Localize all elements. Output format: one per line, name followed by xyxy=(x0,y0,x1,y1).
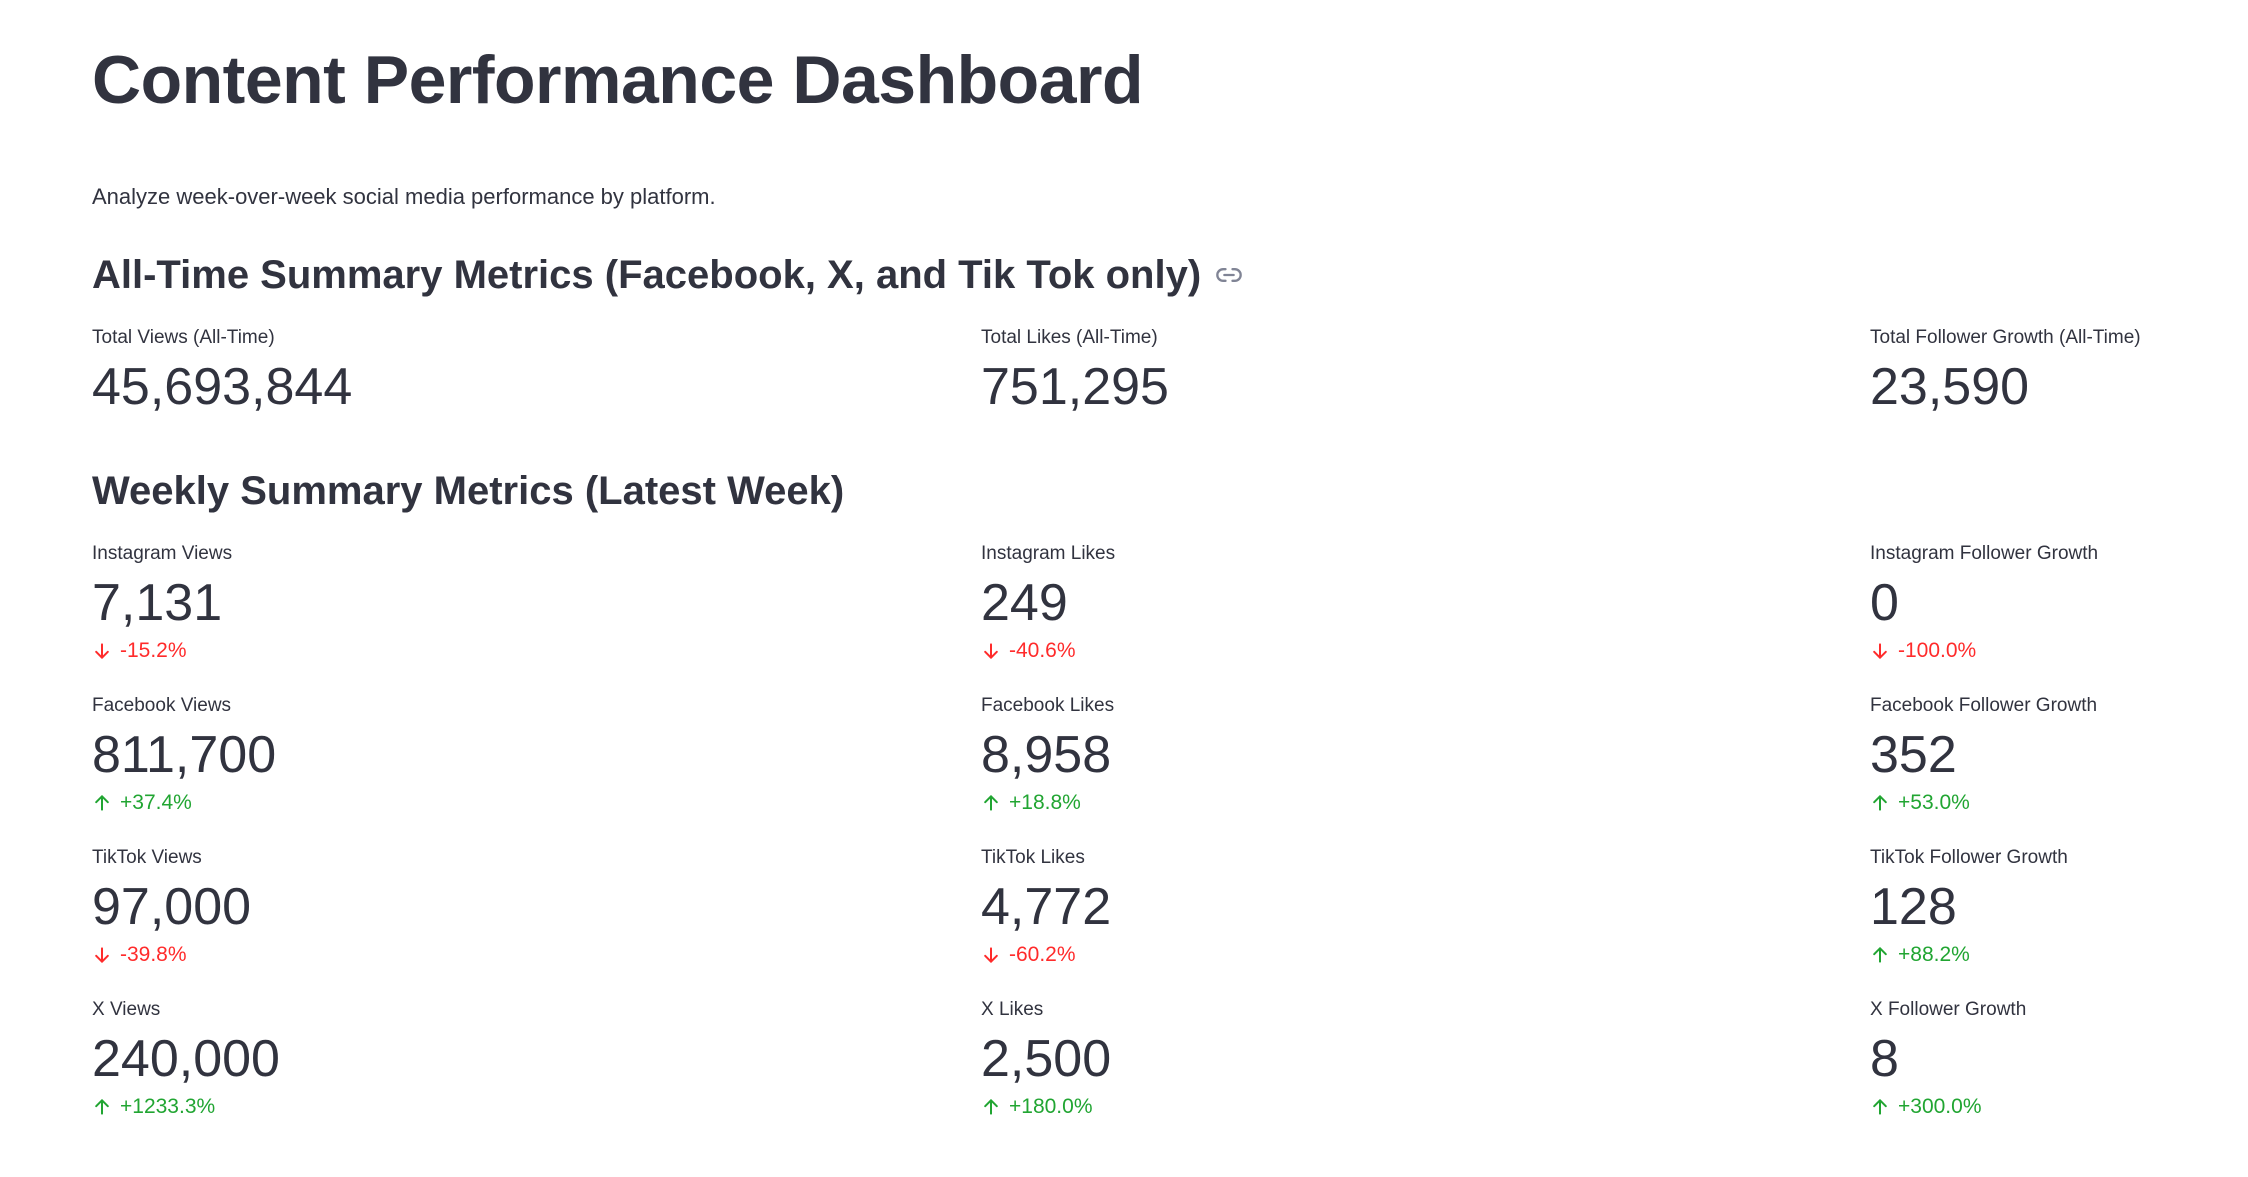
metric-delta-value: +88.2% xyxy=(1898,943,1970,966)
metric-delta: -40.6% xyxy=(981,638,1870,664)
metric-label: Facebook Likes xyxy=(981,695,1115,716)
metric-value: 240,000 xyxy=(92,1030,280,1088)
metric-delta-value: -60.2% xyxy=(1009,943,1076,966)
metric-delta-value: +18.8% xyxy=(1009,791,1081,814)
metric-label: Facebook Views xyxy=(92,695,232,716)
metric-value: 8,958 xyxy=(981,726,1112,784)
all-time-section-header: All-Time Summary Metrics (Facebook, X, a… xyxy=(92,250,2156,300)
metric-value: 811,700 xyxy=(92,726,277,784)
metric-instagram-follower-growth: Instagram Follower Growth 0 -100.0% xyxy=(1870,542,2156,664)
weekly-section-header: Weekly Summary Metrics (Latest Week) xyxy=(92,466,2156,516)
arrow-up-icon xyxy=(1870,793,1890,813)
metric-facebook-follower-growth: Facebook Follower Growth 352 +53.0% xyxy=(1870,694,2156,816)
arrow-up-icon xyxy=(981,793,1001,813)
metric-total-follower-growth: Total Follower Growth (All-Time) 23,590 xyxy=(1870,326,2156,418)
metric-delta: -60.2% xyxy=(981,942,1870,968)
metric-label: Total Follower Growth (All-Time) xyxy=(1870,327,2141,348)
metric-total-likes: Total Likes (All-Time) 751,295 xyxy=(981,326,1870,418)
arrow-up-icon xyxy=(1870,945,1890,965)
dashboard-page: Content Performance Dashboard Analyze we… xyxy=(0,0,2248,1120)
metric-value: 249 xyxy=(981,574,1068,632)
metric-value: 7,131 xyxy=(92,574,223,632)
arrow-up-icon xyxy=(92,793,112,813)
metric-delta-value: -40.6% xyxy=(1009,639,1076,662)
metric-delta: +53.0% xyxy=(1870,790,2156,816)
metric-delta-value: +37.4% xyxy=(120,791,192,814)
metric-value: 751,295 xyxy=(981,358,1169,416)
metric-delta-value: -39.8% xyxy=(120,943,187,966)
link-icon[interactable] xyxy=(1215,261,1243,289)
metric-delta: +1233.3% xyxy=(92,1094,981,1120)
page-title: Content Performance Dashboard xyxy=(92,42,1144,118)
metric-value: 352 xyxy=(1870,726,1957,784)
metric-total-views: Total Views (All-Time) 45,693,844 xyxy=(92,326,981,418)
metric-label: Total Likes (All-Time) xyxy=(981,327,1158,348)
metric-delta-value: +53.0% xyxy=(1898,791,1970,814)
metric-value: 97,000 xyxy=(92,878,252,936)
metric-label: X Likes xyxy=(981,999,1044,1020)
metric-value: 45,693,844 xyxy=(92,358,353,416)
page-subtitle: Analyze week-over-week social media perf… xyxy=(92,184,716,209)
weekly-metrics: Instagram Views 7,131 -15.2% Instagram Like… xyxy=(92,542,2156,1120)
metric-value: 128 xyxy=(1870,878,1957,936)
metric-tiktok-views: TikTok Views 97,000 -39.8% xyxy=(92,846,981,968)
metric-delta-value: +180.0% xyxy=(1009,1095,1093,1118)
metric-delta-value: +1233.3% xyxy=(120,1095,216,1118)
metric-value: 0 xyxy=(1870,574,1899,632)
metric-x-follower-growth: X Follower Growth 8 +300.0% xyxy=(1870,998,2156,1120)
metric-delta-value: +300.0% xyxy=(1898,1095,1982,1118)
all-time-section-title: All-Time Summary Metrics (Facebook, X, a… xyxy=(92,253,1202,297)
metric-label: TikTok Views xyxy=(92,847,202,868)
metric-delta: +88.2% xyxy=(1870,942,2156,968)
metric-delta: -39.8% xyxy=(92,942,981,968)
metric-x-likes: X Likes 2,500 +180.0% xyxy=(981,998,1870,1120)
metric-delta: -100.0% xyxy=(1870,638,2156,664)
metric-value: 8 xyxy=(1870,1030,1899,1088)
arrow-down-icon xyxy=(981,641,1001,661)
metric-delta: -15.2% xyxy=(92,638,981,664)
metric-label: Facebook Follower Growth xyxy=(1870,695,2098,716)
metric-delta: +180.0% xyxy=(981,1094,1870,1120)
metric-label: Total Views (All-Time) xyxy=(92,327,275,348)
metric-facebook-likes: Facebook Likes 8,958 +18.8% xyxy=(981,694,1870,816)
metric-tiktok-likes: TikTok Likes 4,772 -60.2% xyxy=(981,846,1870,968)
metric-label: Instagram Views xyxy=(92,543,233,564)
arrow-down-icon xyxy=(981,945,1001,965)
metric-delta: +37.4% xyxy=(92,790,981,816)
arrow-up-icon xyxy=(92,1097,112,1117)
metric-instagram-views: Instagram Views 7,131 -15.2% xyxy=(92,542,981,664)
metric-delta-value: -100.0% xyxy=(1898,639,1977,662)
arrow-down-icon xyxy=(92,641,112,661)
metric-value: 4,772 xyxy=(981,878,1112,936)
metric-label: X Follower Growth xyxy=(1870,999,2027,1020)
metric-label: Instagram Likes xyxy=(981,543,1116,564)
metric-facebook-views: Facebook Views 811,700 +37.4% xyxy=(92,694,981,816)
metric-delta-value: -15.2% xyxy=(120,639,187,662)
arrow-down-icon xyxy=(1870,641,1890,661)
metric-label: TikTok Follower Growth xyxy=(1870,847,2068,868)
metric-delta: +300.0% xyxy=(1870,1094,2156,1120)
metric-x-views: X Views 240,000 +1233.3% xyxy=(92,998,981,1120)
arrow-up-icon xyxy=(981,1097,1001,1117)
metric-label: TikTok Likes xyxy=(981,847,1085,868)
metric-instagram-likes: Instagram Likes 249 -40.6% xyxy=(981,542,1870,664)
metric-tiktok-follower-growth: TikTok Follower Growth 128 +88.2% xyxy=(1870,846,2156,968)
weekly-section-title: Weekly Summary Metrics (Latest Week) xyxy=(92,469,845,513)
metric-value: 2,500 xyxy=(981,1030,1112,1088)
all-time-metrics: Total Views (All-Time) 45,693,844 Total … xyxy=(92,326,2156,418)
metric-label: Instagram Follower Growth xyxy=(1870,543,2099,564)
metric-value: 23,590 xyxy=(1870,358,2030,416)
metric-label: X Views xyxy=(92,999,161,1020)
arrow-down-icon xyxy=(92,945,112,965)
metric-delta: +18.8% xyxy=(981,790,1870,816)
arrow-up-icon xyxy=(1870,1097,1890,1117)
